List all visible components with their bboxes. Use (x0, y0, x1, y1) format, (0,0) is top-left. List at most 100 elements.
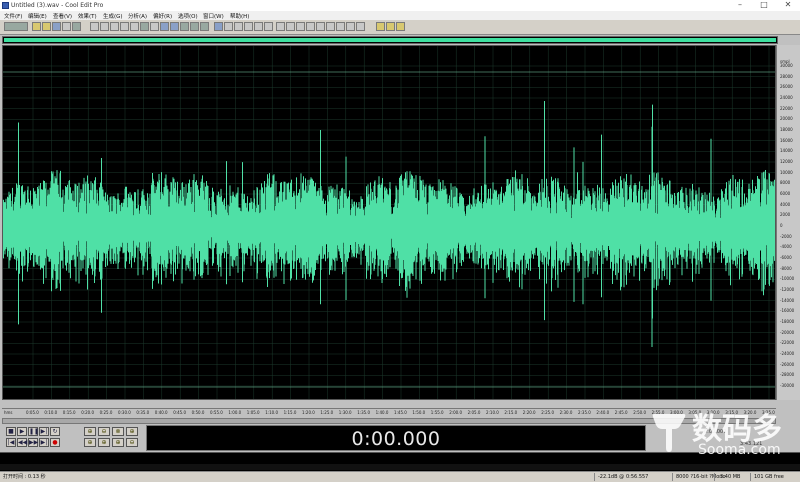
copy-button[interactable] (100, 22, 109, 31)
amplitude-tick-label: 26000 (780, 84, 793, 90)
zoom-right-button[interactable]: ⊕ (98, 438, 110, 447)
go-to-end-button[interactable]: ▶| (39, 438, 49, 447)
cd-button[interactable] (376, 22, 385, 31)
time-tick-label: 1:10.0 (265, 410, 278, 415)
time-tick-label: 0:30.0 (118, 410, 131, 415)
status-free-space: 101 GB free (754, 474, 784, 480)
time-tick-label: 2:50.0 (633, 410, 646, 415)
view-button-3[interactable] (296, 22, 305, 31)
view-button-4[interactable] (306, 22, 315, 31)
redo-button[interactable] (170, 22, 179, 31)
zoom-out-button[interactable]: ⊖ (98, 427, 110, 436)
effects-button[interactable] (190, 22, 199, 31)
rewind-button[interactable]: ◀◀ (17, 438, 27, 447)
minimize-button[interactable]: – (728, 0, 752, 11)
new-file-button[interactable] (32, 22, 41, 31)
amplitude-tick-label: -10000 (780, 276, 795, 282)
amplitude-tick-label: 14000 (780, 148, 793, 154)
analyze-button[interactable] (200, 22, 209, 31)
menu-file[interactable]: 文件(F) (4, 12, 22, 20)
zoom-vertical-out-button[interactable]: ⊖ (126, 438, 138, 447)
amplitude-tick-label: -18000 (780, 319, 795, 324)
delete-button[interactable] (150, 22, 159, 31)
time-tick-label: 0:10.0 (44, 410, 58, 415)
time-tick-label: 0:40.0 (154, 410, 168, 415)
waveform-display[interactable] (2, 45, 776, 400)
snap-button[interactable] (234, 22, 243, 31)
view-button-5[interactable] (316, 22, 325, 31)
amplitude-tick-label: -28000 (780, 372, 795, 378)
amplitude-tick-label: -6000 (780, 255, 792, 260)
overview-range[interactable] (4, 38, 776, 42)
pause-button[interactable]: ❚❚ (28, 427, 39, 436)
transport-controls: ■ ▶ ❚❚ ▶| ↻ |◀ ◀◀ ▶▶ ▶| ● (2, 426, 72, 448)
menu-help[interactable]: 帮助(H) (230, 12, 249, 20)
view-button-8[interactable] (346, 22, 355, 31)
zoom-full-button[interactable]: ⊗ (112, 427, 124, 436)
amplitude-tick-label: -16000 (780, 308, 795, 314)
tool-button[interactable] (72, 22, 81, 31)
fast-forward-button[interactable]: ▶▶ (28, 438, 38, 447)
menu-analyze[interactable]: 分析(A) (128, 12, 147, 20)
help-button[interactable] (386, 22, 395, 31)
time-tick-label: 0:25.0 (99, 410, 113, 415)
play-button[interactable]: ▶ (17, 427, 27, 436)
repeat-button[interactable] (180, 22, 189, 31)
paste-new-button[interactable] (120, 22, 129, 31)
amplitude-tick-label: -14000 (780, 297, 795, 303)
spectral-view-button[interactable] (214, 22, 223, 31)
go-to-start-button[interactable]: |◀ (6, 438, 16, 447)
app-icon (2, 2, 9, 9)
amplitude-tick-label: 20000 (780, 116, 793, 122)
amplitude-tick-label: -12000 (780, 287, 795, 292)
amplitude-tick-label: -26000 (780, 361, 795, 367)
play-to-end-button[interactable]: ▶| (39, 427, 49, 436)
zoom-selection-button[interactable]: ⊕ (112, 438, 124, 447)
view-button-7[interactable] (336, 22, 345, 31)
cut-button[interactable] (90, 22, 99, 31)
amplitude-tick-label: -4000 (780, 244, 792, 250)
menu-generate[interactable]: 生成(G) (103, 12, 123, 20)
time-tick-label: 0:35.0 (136, 410, 150, 415)
open-file-button[interactable] (42, 22, 51, 31)
amplitude-ruler: smpl 30000 28000 26000 24000 22000 20000 18000… (776, 45, 800, 400)
tool-button-2[interactable] (254, 22, 263, 31)
tool-button-3[interactable] (264, 22, 273, 31)
info-button[interactable] (396, 22, 405, 31)
zoom-left-button[interactable]: ⊕ (84, 438, 96, 447)
amplitude-tick-label: -24000 (780, 351, 795, 356)
loop-button[interactable]: ↻ (50, 427, 60, 436)
cue-button[interactable] (244, 22, 253, 31)
undo-button[interactable] (160, 22, 169, 31)
zoom-in-button[interactable]: ⊕ (84, 427, 96, 436)
menu-options[interactable]: 选项(O) (178, 12, 198, 20)
time-tick-label: 2:15.0 (504, 410, 518, 415)
view-button-1[interactable] (276, 22, 285, 31)
zoom-vertical-in-button[interactable]: ⊕ (126, 427, 138, 436)
time-tick-label: 0:50.0 (191, 410, 205, 415)
multitrack-toggle-button[interactable] (4, 22, 28, 31)
paste-button[interactable] (110, 22, 119, 31)
marker-button[interactable] (224, 22, 233, 31)
record-button[interactable] (62, 22, 71, 31)
menu-effects[interactable]: 效果(T) (78, 12, 97, 20)
trim-button[interactable] (140, 22, 149, 31)
menu-window[interactable]: 窗口(W) (203, 12, 224, 20)
mix-paste-button[interactable] (130, 22, 139, 31)
save-button[interactable] (52, 22, 61, 31)
menu-edit[interactable]: 编辑(E) (28, 12, 47, 20)
time-tick-label: 1:55.0 (430, 410, 444, 415)
view-button-6[interactable] (326, 22, 335, 31)
maximize-button[interactable]: □ (752, 0, 776, 11)
record-transport-button[interactable]: ● (50, 438, 60, 447)
view-button-9[interactable] (356, 22, 365, 31)
zoom-controls: ⊕ ⊖ ⊗ ⊕ ⊕ ⊕ ⊕ ⊖ (84, 426, 144, 448)
menu-favorites[interactable]: 偏好(R) (153, 12, 172, 20)
view-button-2[interactable] (286, 22, 295, 31)
close-button[interactable]: ✕ (776, 0, 800, 11)
overview-bar[interactable] (2, 36, 778, 44)
stop-button[interactable]: ■ (6, 427, 16, 436)
amplitude-tick-label: 24000 (780, 95, 793, 100)
menu-view[interactable]: 查看(V) (53, 12, 72, 20)
time-tick-label: 1:45.0 (394, 410, 407, 415)
